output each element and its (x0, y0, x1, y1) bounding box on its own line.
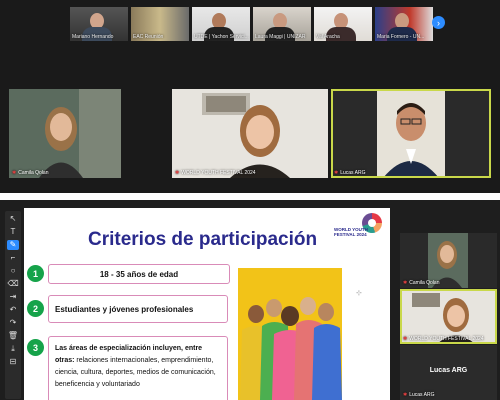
video-tile[interactable]: ✱ Camila Qolan (9, 89, 121, 178)
participant-name: Laura Maggi | UNIZAR (255, 34, 306, 40)
mic-muted-icon: ✱ (403, 392, 408, 398)
festival-logo: WORLD YOUTH FESTIVAL 2024 (334, 213, 386, 241)
draw-tool-icon[interactable]: ✎ (7, 240, 19, 250)
participant-thumb[interactable]: UTDE | Yachon Servici... (192, 7, 250, 41)
group-photo-image (238, 268, 342, 400)
trash-icon[interactable]: 🗑 (8, 331, 18, 341)
select-tool-icon[interactable]: ↖ (10, 214, 17, 224)
shared-slide: Criterios de participación WORLD YOUTH F… (24, 208, 390, 400)
mouse-cursor-icon: ⊹ (356, 290, 362, 297)
video-tile-active-speaker[interactable]: ✱ WORLD YOUTH FESTIVAL 2024 (400, 289, 497, 344)
format-icon[interactable]: ⇥ (10, 292, 17, 302)
mic-muted-icon: ✱ (334, 170, 339, 176)
text-tool-icon[interactable]: T (11, 227, 16, 237)
video-tile-active-speaker[interactable]: ✱ Lucas ARG (331, 89, 491, 178)
participant-name: EAC Reunión (133, 34, 164, 40)
mic-muted-icon: ✱ (403, 336, 408, 342)
criteria-item: Estudiantes y jóvenes profesionales (48, 295, 228, 323)
participant-name: WORLD YOUTH FESTIVAL 2024 (409, 336, 484, 342)
mic-muted-icon: ✱ (403, 280, 408, 286)
participant-thumb[interactable]: Mariano Hernando (70, 7, 128, 41)
group-photo (238, 268, 342, 400)
participant-name: Camila Qolan (18, 170, 49, 176)
bullet-number: 1 (27, 265, 44, 282)
logo-text: WORLD YOUTH FESTIVAL 2024 (334, 227, 368, 237)
criteria-text: relaciones internacionales, emprendimien… (55, 357, 216, 388)
participant-name: WORLD YOUTH FESTIVAL 2024 (181, 170, 256, 176)
window-divider (0, 193, 500, 200)
bullet-number: 3 (27, 339, 44, 356)
participant-thumb[interactable]: Maria Fornero - UN... (375, 7, 433, 41)
participant-name: Lucas ARG (409, 392, 435, 398)
participant-name: Val Aracha (316, 34, 340, 40)
annotation-toolbar: ↖ T ✎ ⌐ ○ ⌫ ⇥ ↶ ↷ 🗑 ⤓ ⊟ (5, 211, 21, 399)
participant-name: Camila Qolan (409, 280, 440, 286)
participant-name: Lucas ARG (340, 170, 366, 176)
undo-icon[interactable]: ↶ (10, 305, 17, 315)
chevron-right-icon[interactable]: › (432, 16, 445, 29)
video-tile[interactable]: Lucas ARG ✱ Lucas ARG (400, 345, 497, 400)
close-toolbar-icon[interactable]: ⊟ (10, 357, 17, 367)
participant-display-name: Lucas ARG (429, 367, 468, 374)
participant-video (9, 89, 121, 178)
bullet-number: 2 (27, 300, 44, 317)
top-meeting-window: Mariano Hernando EAC Reunión UTDE | Yach… (0, 0, 500, 193)
participant-thumb[interactable]: EAC Reunión (131, 7, 189, 41)
redo-icon[interactable]: ↷ (10, 318, 17, 328)
participant-strip: Mariano Hernando EAC Reunión UTDE | Yach… (70, 7, 433, 41)
participant-video (331, 89, 491, 178)
video-tile[interactable]: ✱ Camila Qolan (400, 233, 497, 288)
participant-thumb[interactable]: Val Aracha (314, 7, 372, 41)
slide-title: Criterios de participación (88, 229, 318, 250)
participant-thumb[interactable]: Laura Maggi | UNIZAR (253, 7, 311, 41)
save-icon[interactable]: ⤓ (11, 344, 15, 354)
participant-video (172, 89, 328, 178)
mic-muted-icon: ✱ (12, 170, 17, 176)
criteria-item: Las áreas de especialización incluyen, e… (48, 336, 228, 400)
video-tile[interactable]: ✱ WORLD YOUTH FESTIVAL 2024 (172, 89, 328, 178)
participant-name: UTDE | Yachon Servici... (194, 34, 249, 40)
criteria-item: 18 - 35 años de edad (48, 264, 230, 284)
participant-name: Mariano Hernando (72, 34, 114, 40)
shape-tool-icon[interactable]: ○ (11, 266, 16, 276)
stamp-tool-icon[interactable]: ⌐ (11, 253, 16, 263)
eraser-icon[interactable]: ⌫ (7, 279, 18, 289)
mic-muted-icon: ✱ (175, 170, 180, 176)
participant-name: Maria Fornero - UN... (377, 34, 425, 40)
